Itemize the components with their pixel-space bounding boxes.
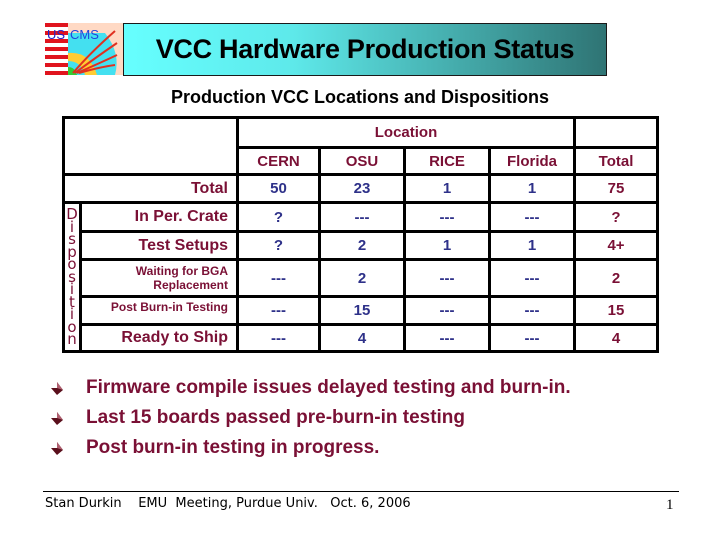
cell-value: 23 <box>318 173 406 204</box>
cell-value: --- <box>403 201 491 233</box>
cell-value: 1 <box>403 230 491 261</box>
cell-value: 1 <box>488 230 576 261</box>
table-row: Ready to Ship --- 4 --- --- 4 <box>64 323 659 353</box>
row-label: Post Burn-in Testing <box>79 295 239 326</box>
disposition-side-label: Disposition <box>62 201 82 353</box>
cell-value: --- <box>403 295 491 326</box>
row-label: Waiting for BGA Replacement <box>79 258 239 298</box>
table-row: Test Setups ? 2 1 1 4+ <box>64 230 659 261</box>
row-label: Total <box>62 173 239 204</box>
row-label-line: Waiting for BGA <box>135 264 228 278</box>
table-row: Post Burn-in Testing --- 15 --- --- 15 <box>64 295 659 326</box>
location-group-header: Location <box>236 116 576 149</box>
disposition-letter: n <box>67 330 77 349</box>
total-header-spacer <box>573 116 659 149</box>
table-caption: Production VCC Locations and Disposition… <box>170 87 550 107</box>
svg-text:CMS: CMS <box>70 27 99 42</box>
corner-cell <box>62 116 239 176</box>
cell-value: 15 <box>318 295 406 326</box>
cell-total: 75 <box>573 173 659 204</box>
bullet-item: Firmware compile issues delayed testing … <box>48 373 571 403</box>
page-number: 1 <box>666 497 674 513</box>
row-label: In Per. Crate <box>79 201 239 233</box>
footer-author: Stan Durkin <box>45 496 122 511</box>
cell-value: 2 <box>318 258 406 298</box>
cell-value: 1 <box>403 173 491 204</box>
slide-title: VCC Hardware Production Status <box>155 34 575 64</box>
cell-value: 2 <box>318 230 406 261</box>
footer-text: Stan Durkin EMU Meeting, Purdue Univ. Oc… <box>45 496 411 511</box>
table-row-total: Total 50 23 1 1 75 <box>62 173 659 204</box>
bullet-item: Post burn-in testing in progress. <box>48 433 571 463</box>
cell-value: --- <box>236 258 321 298</box>
column-header-rice: RICE <box>403 146 491 176</box>
bullet-list: Firmware compile issues delayed testing … <box>48 373 571 463</box>
us-cms-logo: US CMS <box>45 23 123 75</box>
svg-text:US: US <box>47 27 65 42</box>
cell-value: --- <box>403 258 491 298</box>
column-header-florida: Florida <box>488 146 576 176</box>
table-row: Waiting for BGA Replacement --- 2 --- --… <box>64 258 659 298</box>
arrow-bullet-icon <box>51 412 63 425</box>
row-label-line: Replacement <box>153 278 228 292</box>
cell-value: --- <box>318 201 406 233</box>
row-label: Ready to Ship <box>79 323 239 353</box>
arrow-bullet-icon <box>51 442 63 455</box>
cell-total: 4 <box>573 323 659 353</box>
bullet-text: Post burn-in testing in progress. <box>86 437 380 458</box>
cell-total: ? <box>573 201 659 233</box>
cell-value: 1 <box>488 173 576 204</box>
cell-value: 50 <box>236 173 321 204</box>
cell-total: 4+ <box>573 230 659 261</box>
column-header-total: Total <box>573 146 659 176</box>
title-banner: VCC Hardware Production Status <box>123 23 607 76</box>
us-cms-logo-icon: US CMS <box>45 23 123 75</box>
cell-value: --- <box>488 201 576 233</box>
cell-value: ? <box>236 201 321 233</box>
cell-value: --- <box>236 323 321 353</box>
cell-value: ? <box>236 230 321 261</box>
cell-value: --- <box>488 295 576 326</box>
footer-date: Oct. 6, 2006 <box>330 496 411 511</box>
column-header-cern: CERN <box>236 146 321 176</box>
cell-total: 2 <box>573 258 659 298</box>
table-row: Disposition In Per. Crate ? --- --- --- … <box>62 201 659 353</box>
row-label: Test Setups <box>79 230 239 261</box>
bullet-item: Last 15 boards passed pre-burn-in testin… <box>48 403 571 433</box>
production-table: Location CERN OSU RICE Florida Total Tot… <box>62 116 659 353</box>
arrow-bullet-icon <box>51 382 63 395</box>
cell-value: 4 <box>318 323 406 353</box>
bullet-text: Last 15 boards passed pre-burn-in testin… <box>86 407 466 428</box>
cell-value: --- <box>236 295 321 326</box>
footer-event: EMU Meeting, Purdue Univ. <box>138 496 318 511</box>
cell-value: --- <box>403 323 491 353</box>
column-header-osu: OSU <box>318 146 406 176</box>
footer-divider <box>43 491 679 492</box>
cell-value: --- <box>488 258 576 298</box>
cell-value: --- <box>488 323 576 353</box>
bullet-text: Firmware compile issues delayed testing … <box>86 377 571 398</box>
cell-total: 15 <box>573 295 659 326</box>
